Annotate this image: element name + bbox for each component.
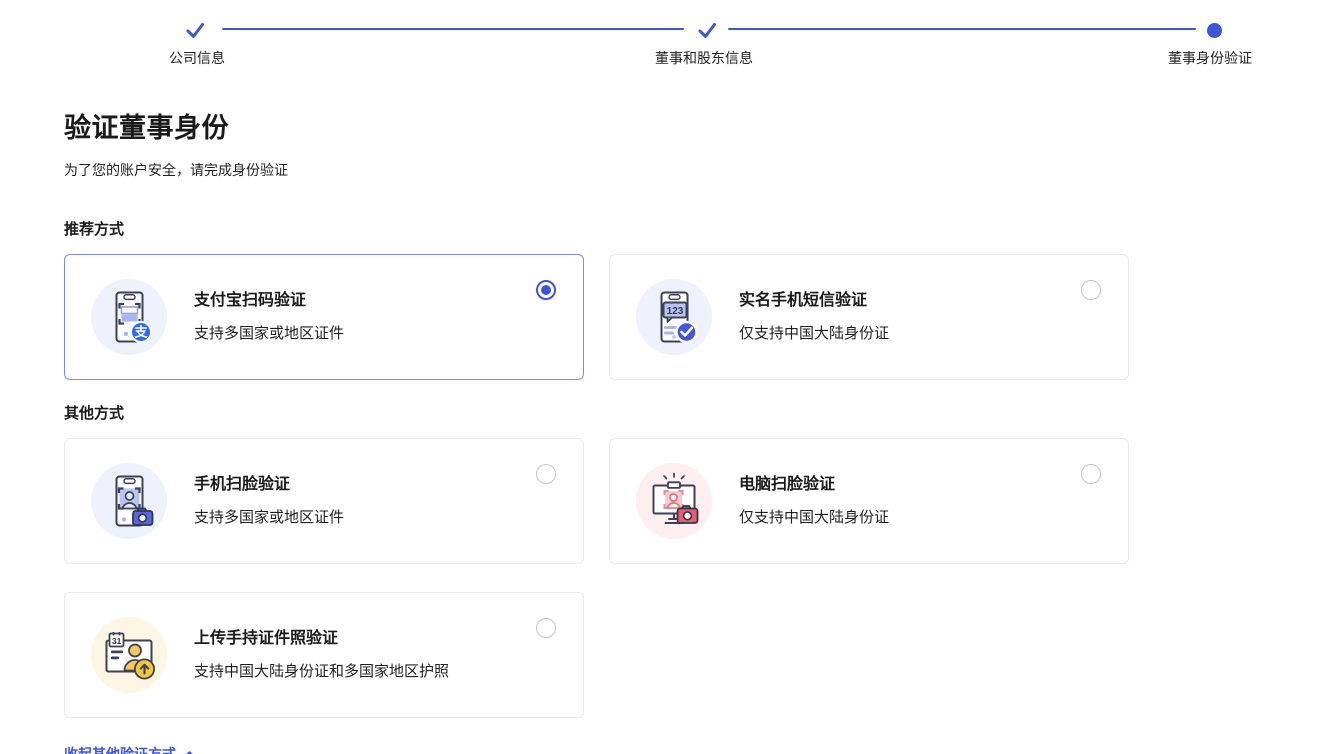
method-title: 手机扫脸验证 (194, 470, 344, 494)
recommended-methods-row: 支 支付宝扫码验证 支持多国家或地区证件 123 (64, 254, 1333, 380)
collapse-other-methods-link[interactable]: 收起其他验证方式 (64, 744, 196, 754)
verification-page: 验证董事身份 为了您的账户安全，请完成身份验证 推荐方式 支 支付宝扫码验证 (0, 106, 1333, 754)
method-description: 仅支持中国大陆身份证 (739, 322, 889, 343)
step-label-director-shareholder-info: 董事和股东信息 (655, 48, 753, 68)
method-card-sms-verification[interactable]: 123 实名手机短信验证 仅支持中国大陆身份证 (609, 254, 1129, 380)
upload-id-photo-icon: 31 (91, 617, 167, 693)
radio-computer-face-scan[interactable] (1081, 464, 1101, 484)
sms-bubble-digits: 123 (667, 306, 684, 317)
radio-mobile-face-scan[interactable] (536, 464, 556, 484)
chevron-up-icon (183, 750, 196, 754)
radio-upload-id-photo[interactable] (536, 618, 556, 638)
method-card-mobile-face-scan[interactable]: 手机扫脸验证 支持多国家或地区证件 (64, 438, 584, 564)
computer-face-scan-icon (636, 463, 712, 539)
step-label-company-info: 公司信息 (169, 48, 225, 68)
method-title: 实名手机短信验证 (739, 286, 889, 310)
sms-code-phone-icon: 123 (636, 279, 712, 355)
other-methods-row-1: 手机扫脸验证 支持多国家或地区证件 (64, 438, 1333, 564)
alipay-phone-scan-icon: 支 (91, 279, 167, 355)
onboarding-stepper: 公司信息 董事和股东信息 董事身份验证 (0, 0, 1333, 70)
radio-sms-verification[interactable] (1081, 280, 1101, 300)
step-label-director-identity-verification: 董事身份验证 (1168, 48, 1252, 68)
collapse-link-label: 收起其他验证方式 (64, 744, 176, 754)
stepper-connector-line (222, 28, 684, 30)
method-description: 仅支持中国大陆身份证 (739, 506, 889, 527)
method-title: 支付宝扫码验证 (194, 286, 344, 310)
page-title: 验证董事身份 (64, 106, 1333, 145)
stepper-connector-line (728, 28, 1196, 30)
phone-face-scan-icon (91, 463, 167, 539)
radio-alipay-scan[interactable] (536, 280, 556, 300)
method-description: 支持多国家或地区证件 (194, 506, 344, 527)
step-1-check-icon (182, 17, 208, 43)
recommended-methods-heading: 推荐方式 (64, 218, 1333, 239)
calendar-day-glyph: 31 (112, 636, 122, 646)
method-card-computer-face-scan[interactable]: 电脑扫脸验证 仅支持中国大陆身份证 (609, 438, 1129, 564)
alipay-logo-glyph: 支 (133, 325, 148, 340)
method-title: 上传手持证件照验证 (194, 624, 449, 648)
other-methods-heading: 其他方式 (64, 402, 1333, 423)
method-description: 支持中国大陆身份证和多国家地区护照 (194, 660, 449, 681)
method-title: 电脑扫脸验证 (739, 470, 889, 494)
method-card-upload-id-photo[interactable]: 31 上传手持证件照验证 支持中国大陆身份证和多国家地区护照 (64, 592, 584, 718)
page-subtitle: 为了您的账户安全，请完成身份验证 (64, 160, 1333, 180)
step-2-check-icon (694, 17, 720, 43)
step-3-current-dot (1201, 17, 1227, 43)
method-description: 支持多国家或地区证件 (194, 322, 344, 343)
other-methods-row-2: 31 上传手持证件照验证 支持中国大陆身份证和多国家地区护照 (64, 592, 1333, 718)
method-card-alipay-scan[interactable]: 支 支付宝扫码验证 支持多国家或地区证件 (64, 254, 584, 380)
